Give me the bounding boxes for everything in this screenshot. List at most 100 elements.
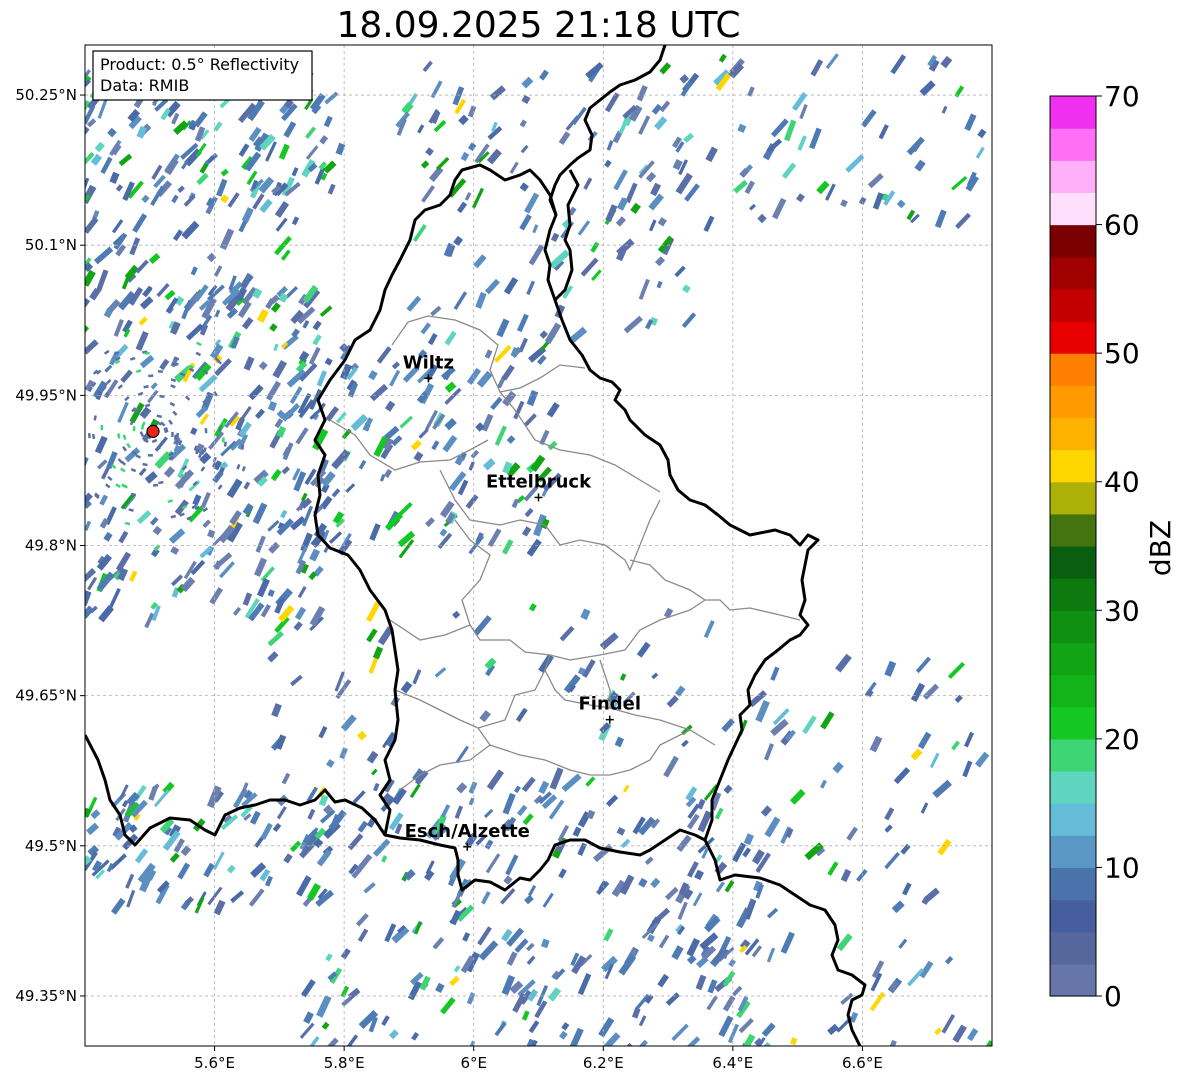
echo-cell (358, 459, 367, 470)
echo-cell (324, 91, 339, 105)
echo-cell (506, 951, 518, 966)
echo-cell (103, 531, 113, 542)
echo-cell (974, 751, 990, 768)
colorbar-tick-label: 20 (1104, 723, 1140, 756)
echo-cell (654, 116, 668, 131)
echo-cell (666, 695, 679, 708)
echo-cell (258, 361, 268, 371)
echo-cell (550, 232, 560, 243)
echo-cell (676, 834, 692, 852)
echo-cell (326, 759, 335, 768)
radar-site-marker (146, 424, 160, 438)
echo-cell (884, 1039, 897, 1046)
echo-cell (832, 761, 844, 774)
echo-cell (153, 483, 159, 487)
echo-cell (636, 85, 648, 102)
echo-cell (135, 369, 142, 373)
echo-cell (150, 185, 165, 206)
echo-cell (764, 743, 774, 761)
echo-cell (937, 838, 952, 856)
echo-cell (516, 804, 528, 817)
echo-cell (241, 466, 246, 472)
echo-cell (789, 789, 806, 805)
echo-cell (129, 237, 141, 256)
echo-cell (383, 468, 393, 479)
echo-cell (395, 502, 413, 519)
echo-cell (271, 703, 282, 718)
echo-cell (622, 784, 630, 793)
echo-cell (135, 259, 149, 274)
echo-cell (195, 351, 202, 357)
echo-cell (309, 548, 321, 562)
city-marker: Findel (578, 694, 641, 724)
echo-cell (241, 317, 254, 330)
colorbar-tick-label: 60 (1104, 209, 1140, 242)
echo-cell (85, 325, 90, 342)
echo-cell (867, 173, 884, 189)
echo-cell (977, 128, 987, 139)
echo-cell (319, 305, 333, 318)
echo-cell (645, 171, 657, 183)
echo-cell (638, 278, 650, 300)
echo-cell (340, 948, 351, 960)
echo-cell (519, 214, 532, 231)
echo-cell (303, 1011, 314, 1024)
echo-cell (85, 822, 100, 836)
echo-cell (132, 426, 136, 432)
echo-cell (431, 440, 440, 451)
echo-cell (489, 85, 506, 101)
echo-cell (605, 204, 618, 223)
echo-cell (810, 59, 824, 77)
echo-cell (85, 74, 92, 94)
echo-cell (437, 532, 453, 549)
echo-cell (151, 438, 158, 444)
echo-cell (325, 953, 333, 962)
echo-cell (549, 767, 564, 790)
echo-cell (272, 823, 282, 833)
echo-cell (357, 730, 367, 741)
echo-cell (558, 868, 567, 879)
colorbar-tick-label: 40 (1104, 466, 1140, 499)
echo-cell (241, 207, 254, 223)
echo-cell (440, 997, 456, 1015)
echo-cell (120, 369, 133, 383)
echo-cell (347, 833, 364, 851)
echo-cell (420, 160, 430, 169)
echo-cell (135, 331, 149, 352)
echo-cell (473, 254, 487, 269)
echo-cell (159, 358, 170, 371)
echo-cell (417, 124, 425, 134)
echo-cell (318, 725, 328, 739)
colorbar-swatch (1050, 385, 1096, 419)
colorbar-swatch (1050, 513, 1096, 547)
echo-cell (917, 731, 932, 750)
echo-cell (226, 478, 243, 499)
echo-cell (305, 145, 319, 160)
echo-cell (369, 383, 389, 402)
echo-cell (648, 219, 657, 232)
echo-cell (136, 510, 152, 525)
colorbar-swatch (1050, 288, 1096, 322)
echo-cell (171, 194, 179, 204)
echo-cell (681, 739, 689, 748)
echo-cell (162, 781, 175, 795)
echo-cell (524, 507, 534, 518)
colorbar-swatch (1050, 160, 1096, 194)
echo-cell (129, 356, 136, 361)
x-tick-label: 6.4°E (712, 1054, 753, 1072)
colorbar-swatch (1050, 481, 1096, 515)
echo-cell (479, 710, 491, 723)
echo-cell (695, 974, 707, 991)
echo-cell (366, 750, 379, 764)
echo-cell (59, 423, 62, 428)
echo-cell (941, 105, 948, 114)
echo-cell (900, 843, 911, 855)
echo-cell (951, 740, 961, 751)
echo-cell (226, 864, 236, 874)
echo-cell (598, 1017, 615, 1038)
colorbar-swatch (1050, 353, 1096, 386)
echo-cell (180, 845, 192, 857)
echo-cell (845, 154, 865, 173)
echo-cell (283, 121, 297, 138)
echo-cell (328, 531, 343, 544)
